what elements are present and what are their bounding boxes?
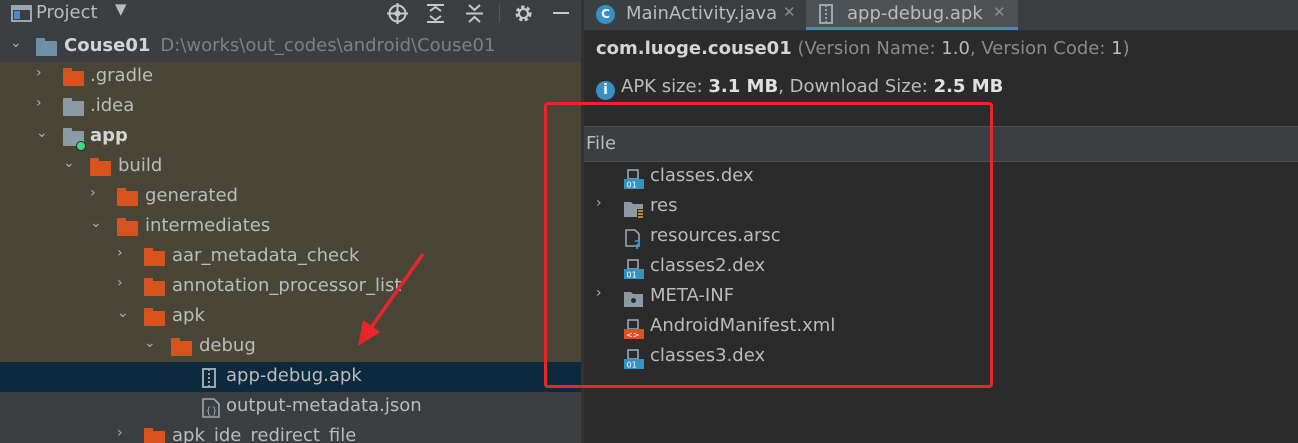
chevron-down-icon[interactable]: ⌄ (36, 125, 48, 141)
tree-label: output-metadata.json (226, 395, 422, 416)
android-module-badge-icon (76, 141, 86, 151)
tab-app-debug-apk[interactable]: app-debug.apk ✕ (806, 0, 1018, 30)
tree-row-apk[interactable]: ⌄ apk (0, 302, 581, 332)
folder-icon (144, 248, 165, 266)
tree-row-idea[interactable]: › .idea (0, 92, 581, 122)
tree-label: app (90, 125, 128, 146)
tree-label: build (118, 155, 163, 176)
chevron-down-icon[interactable]: ⌄ (10, 35, 22, 51)
editor-tabs: C MainActivity.java ✕ app-debug.apk ✕ (584, 0, 1298, 31)
chevron-right-icon[interactable]: › (117, 275, 123, 291)
download-size-value: 2.5 MB (933, 76, 1004, 97)
svg-text:{}: {} (206, 406, 218, 417)
tree-label: apk_ide_redirect_file (172, 425, 357, 443)
folder-icon (144, 308, 165, 326)
tree-label: apk (172, 305, 205, 326)
tree-label: .idea (90, 95, 135, 116)
folder-icon (171, 338, 192, 356)
project-window-icon (11, 5, 32, 22)
tab-label: MainActivity.java (626, 3, 778, 24)
tree-row-build[interactable]: ⌄ build (0, 152, 581, 182)
project-path: D:\works\out_codes\android\Couse01 (160, 35, 496, 56)
tab-label: app-debug.apk (847, 3, 983, 24)
tree-label: intermediates (145, 215, 271, 236)
version-mid: , Version Code: (969, 38, 1112, 59)
chevron-right-icon[interactable]: › (117, 245, 123, 261)
folder-icon (144, 278, 165, 296)
folder-icon (117, 188, 138, 206)
version-name: 1.0 (941, 38, 970, 59)
tree-label: debug (199, 335, 256, 356)
tree-row-gradle[interactable]: › .gradle (0, 62, 581, 92)
package-name: com.luoge.couse01 (596, 38, 792, 59)
chevron-down-icon[interactable]: ⌄ (144, 335, 156, 351)
java-class-icon: C (596, 5, 615, 24)
apk-icon (202, 368, 216, 388)
folder-icon (117, 218, 138, 236)
collapse-all-icon[interactable] (464, 3, 485, 24)
annotation-highlight-box (544, 102, 993, 388)
version-open: (Version Name: (797, 38, 942, 59)
tree-label: .gradle (90, 65, 154, 86)
folder-icon (90, 158, 111, 176)
folder-icon (63, 98, 84, 116)
tree-row-annotation-processor-list[interactable]: › annotation_processor_list (0, 272, 581, 302)
project-panel: Project ▼ ⌄ Couse01 D:\works\out_codes\a… (0, 0, 581, 443)
tree-row-aar-metadata-check[interactable]: › aar_metadata_check (0, 242, 581, 272)
tree-label: app-debug.apk (226, 365, 362, 386)
info-icon: i (596, 81, 615, 100)
version-code: 1 (1111, 38, 1123, 59)
project-view-title[interactable]: Project (36, 2, 98, 23)
chevron-down-icon[interactable]: ▼ (115, 0, 127, 18)
tree-row-apk-ide-redirect-file[interactable]: › apk_ide_redirect_file (0, 422, 581, 443)
chevron-right-icon[interactable]: › (36, 65, 42, 81)
tree-row-generated[interactable]: › generated (0, 182, 581, 212)
tree-row-app-debug-apk[interactable]: app-debug.apk (0, 362, 581, 392)
chevron-down-icon[interactable]: ⌄ (90, 215, 102, 231)
tree-row-couse01[interactable]: ⌄ Couse01 D:\works\out_codes\android\Cous… (0, 32, 581, 62)
tree-row-debug[interactable]: ⌄ debug (0, 332, 581, 362)
chevron-right-icon[interactable]: › (117, 425, 123, 441)
chevron-right-icon[interactable]: › (90, 185, 96, 201)
tree-label: aar_metadata_check (172, 245, 360, 266)
tree-label: generated (145, 185, 238, 206)
apk-package-info: com.luoge.couse01 (Version Name: 1.0, Ve… (596, 38, 1130, 59)
tree-row-app[interactable]: ⌄ app (0, 122, 581, 152)
close-icon[interactable]: ✕ (783, 3, 796, 21)
module-folder-icon (36, 38, 57, 56)
apk-size-label: APK size: (621, 76, 709, 97)
close-icon[interactable]: ✕ (993, 3, 1006, 21)
locate-icon[interactable] (387, 3, 408, 24)
tree-row-output-metadata[interactable]: {} output-metadata.json (0, 392, 581, 422)
minimize-icon[interactable] (553, 12, 569, 14)
version-close: ) (1122, 38, 1130, 59)
folder-icon (144, 428, 165, 443)
tree-row-intermediates[interactable]: ⌄ intermediates (0, 212, 581, 242)
apk-size-value: 3.1 MB (708, 76, 779, 97)
project-name: Couse01 (64, 35, 151, 56)
project-toolbar: Project ▼ (0, 0, 581, 26)
apk-size-info: i APK size: 3.1 MB, Download Size: 2.5 MB (596, 76, 1003, 100)
expand-all-icon[interactable] (425, 3, 446, 24)
json-file-icon: {} (202, 398, 220, 418)
chevron-down-icon[interactable]: ⌄ (63, 155, 75, 171)
annotation-arrow-icon (358, 252, 425, 346)
tab-mainactivity[interactable]: C MainActivity.java ✕ (584, 0, 806, 30)
chevron-down-icon[interactable]: ⌄ (117, 305, 129, 321)
chevron-right-icon[interactable]: › (36, 95, 42, 111)
gear-icon[interactable] (513, 3, 534, 24)
download-size-label: , Download Size: (778, 76, 934, 97)
apk-icon (819, 4, 833, 24)
folder-icon (63, 68, 84, 86)
